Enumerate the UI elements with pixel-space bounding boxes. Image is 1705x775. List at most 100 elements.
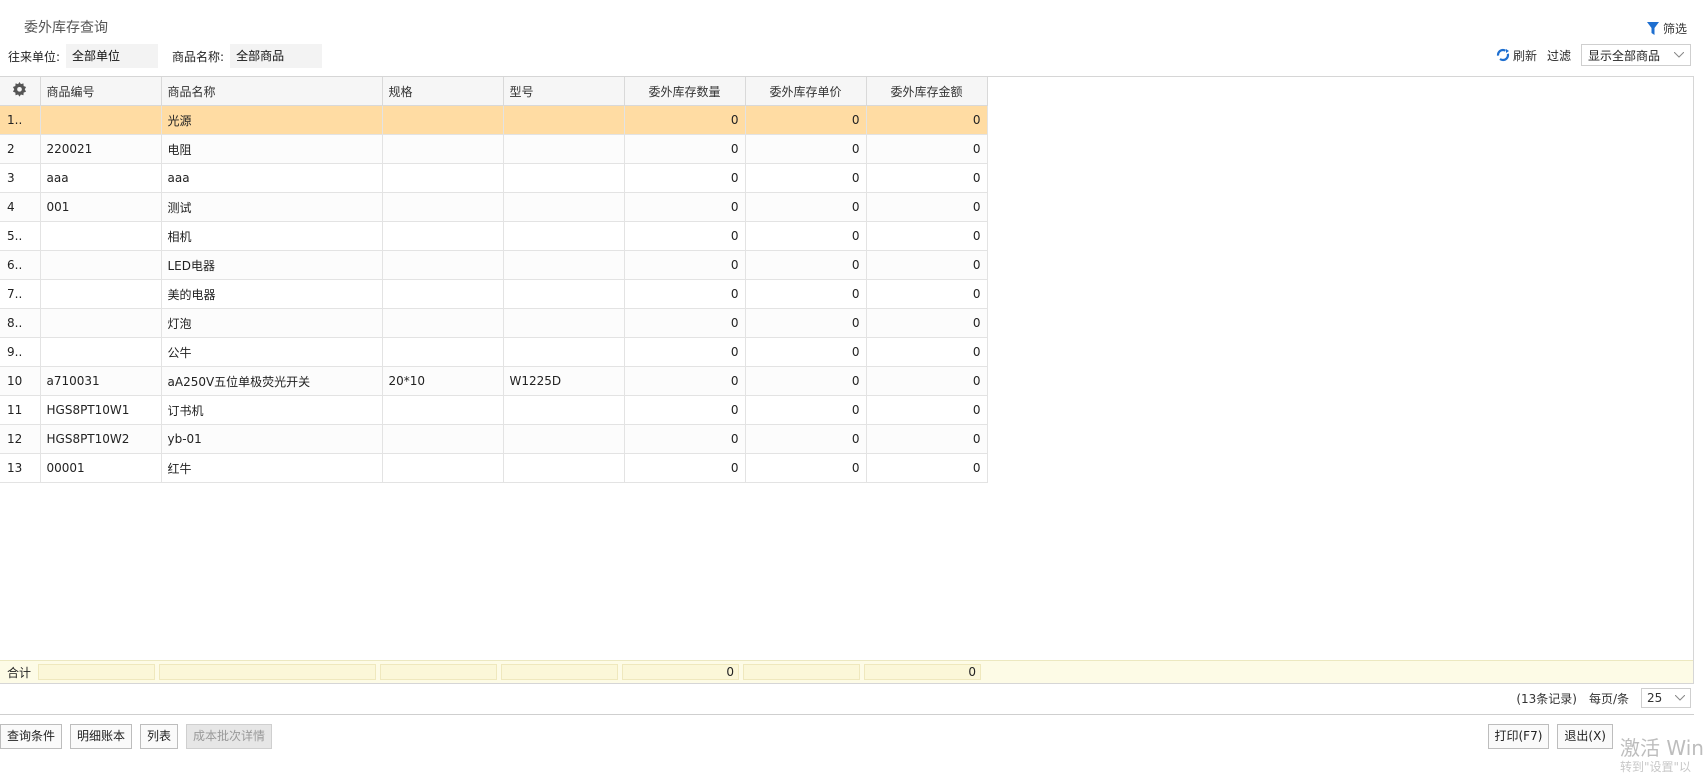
table-row[interactable]: 7.. 美的电器 0 0 0	[0, 279, 988, 309]
cell-qty: 0	[624, 105, 746, 135]
goods-field[interactable]: 全部商品	[230, 44, 323, 68]
cell-model	[503, 337, 625, 367]
totals-label: 合计	[6, 665, 31, 680]
table-row[interactable]: 11 HGS8PT10W1 订书机 0 0 0	[0, 395, 988, 425]
table-row[interactable]: 5.. 相机 0 0 0	[0, 221, 988, 251]
cell-price: 0	[745, 250, 867, 280]
cell-idx: 12	[0, 424, 41, 454]
cell-amount: 0	[866, 395, 988, 425]
cell-model	[503, 105, 625, 135]
cell-amount: 0	[866, 308, 988, 338]
cell-code	[40, 337, 162, 367]
filter-select[interactable]: 显示全部商品	[1581, 44, 1691, 66]
cell-code	[40, 105, 162, 135]
col-qty[interactable]: 委外库存数量	[624, 77, 746, 106]
cell-idx: 9..	[0, 337, 41, 367]
cell-amount: 0	[866, 105, 988, 135]
exit-button[interactable]: 退出(X)	[1557, 724, 1613, 749]
cell-qty: 0	[624, 308, 746, 338]
cell-idx: 11	[0, 395, 41, 425]
cell-model: W1225D	[503, 366, 625, 396]
total-amount: 0	[864, 664, 981, 680]
col-name[interactable]: 商品名称	[161, 77, 383, 106]
table-row[interactable]: 12 HGS8PT10W2 yb-01 0 0 0	[0, 424, 988, 454]
cell-qty: 0	[624, 424, 746, 454]
query-conditions-button[interactable]: 查询条件	[0, 724, 63, 749]
cell-spec	[382, 308, 504, 338]
cell-amount: 0	[866, 134, 988, 164]
detail-ledger-button[interactable]: 明细账本	[70, 724, 133, 749]
table-row[interactable]: 8.. 灯泡 0 0 0	[0, 308, 988, 338]
cell-code: 001	[40, 192, 162, 222]
filter-button[interactable]: 筛选	[1646, 20, 1687, 37]
refresh-label: 刷新	[1512, 48, 1537, 63]
cell-name: 测试	[161, 192, 383, 222]
totals-row: 合计 0 0	[0, 660, 1693, 683]
cell-model	[503, 163, 625, 193]
cell-price: 0	[745, 395, 867, 425]
cell-spec	[382, 163, 504, 193]
table-body: 1.. 光源 0 0 0 2 220021 电阻 0 0 0 3 aaa aaa 0 0 0 4 001 测试 0 0 0 5…	[0, 105, 988, 483]
cell-idx: 1..	[0, 105, 41, 135]
cost-batch-button[interactable]: 成本批次详情	[186, 724, 273, 749]
query-conditions: 往来单位: 全部单位 商品名称: 全部商品	[8, 44, 336, 68]
col-spec[interactable]: 规格	[382, 77, 504, 106]
cell-name: 电阻	[161, 134, 383, 164]
column-settings[interactable]	[0, 77, 41, 106]
table-row[interactable]: 4 001 测试 0 0 0	[0, 192, 988, 222]
table-header: 商品编号 商品名称 规格 型号 委外库存数量 委外库存单价 委外库存金额	[0, 77, 988, 106]
cell-code: aaa	[40, 163, 162, 193]
per-page-select[interactable]: 25	[1641, 688, 1691, 708]
cell-idx: 2	[0, 134, 41, 164]
cell-qty: 0	[624, 163, 746, 193]
table-row[interactable]: 2 220021 电阻 0 0 0	[0, 134, 988, 164]
cell-name: 订书机	[161, 395, 383, 425]
cell-name: 相机	[161, 221, 383, 251]
funnel-icon	[1646, 22, 1659, 35]
total-cell-price	[743, 664, 860, 680]
cell-price: 0	[745, 192, 867, 222]
cell-idx: 3	[0, 163, 41, 193]
col-amount[interactable]: 委外库存金额	[866, 77, 988, 106]
inventory-table: 商品编号 商品名称 规格 型号 委外库存数量 委外库存单价 委外库存金额 1..…	[0, 77, 988, 483]
cell-idx: 5..	[0, 221, 41, 251]
table-row[interactable]: 6.. LED电器 0 0 0	[0, 250, 988, 280]
col-price[interactable]: 委外库存单价	[745, 77, 867, 106]
cell-idx: 4	[0, 192, 41, 222]
cell-idx: 7..	[0, 279, 41, 309]
cell-code: HGS8PT10W1	[40, 395, 162, 425]
table-row[interactable]: 9.. 公牛 0 0 0	[0, 337, 988, 367]
cell-model	[503, 308, 625, 338]
partner-field[interactable]: 全部单位	[66, 44, 159, 68]
cell-amount: 0	[866, 366, 988, 396]
cell-price: 0	[745, 134, 867, 164]
activation-watermark: 激活 Wind	[1620, 736, 1705, 760]
filter-select-value: 显示全部商品	[1588, 48, 1661, 63]
cell-code: 220021	[40, 134, 162, 164]
table-row[interactable]: 13 00001 红牛 0 0 0	[0, 453, 988, 483]
refresh-button[interactable]: 刷新	[1496, 47, 1537, 64]
list-button[interactable]: 列表	[140, 724, 179, 749]
table-row[interactable]: 10 a710031 aA250V五位单极荧光开关 20*10 W1225D 0 0 0	[0, 366, 988, 396]
cell-amount: 0	[866, 424, 988, 454]
cell-amount: 0	[866, 250, 988, 280]
cell-model	[503, 221, 625, 251]
cell-code: a710031	[40, 366, 162, 396]
print-button[interactable]: 打印(F7)	[1487, 724, 1550, 749]
table-row[interactable]: 1.. 光源 0 0 0	[0, 105, 988, 135]
total-cell-model	[501, 664, 618, 680]
page-title: 委外库存查询	[24, 20, 108, 36]
cell-model	[503, 395, 625, 425]
cell-name: LED电器	[161, 250, 383, 280]
cell-code: 00001	[40, 453, 162, 483]
table-row[interactable]: 3 aaa aaa 0 0 0	[0, 163, 988, 193]
cell-price: 0	[745, 279, 867, 309]
cell-model	[503, 250, 625, 280]
col-model[interactable]: 型号	[503, 77, 625, 106]
cell-code	[40, 279, 162, 309]
cell-code	[40, 308, 162, 338]
cell-name: 光源	[161, 105, 383, 135]
cell-idx: 13	[0, 453, 41, 483]
col-code[interactable]: 商品编号	[40, 77, 162, 106]
cell-model	[503, 134, 625, 164]
